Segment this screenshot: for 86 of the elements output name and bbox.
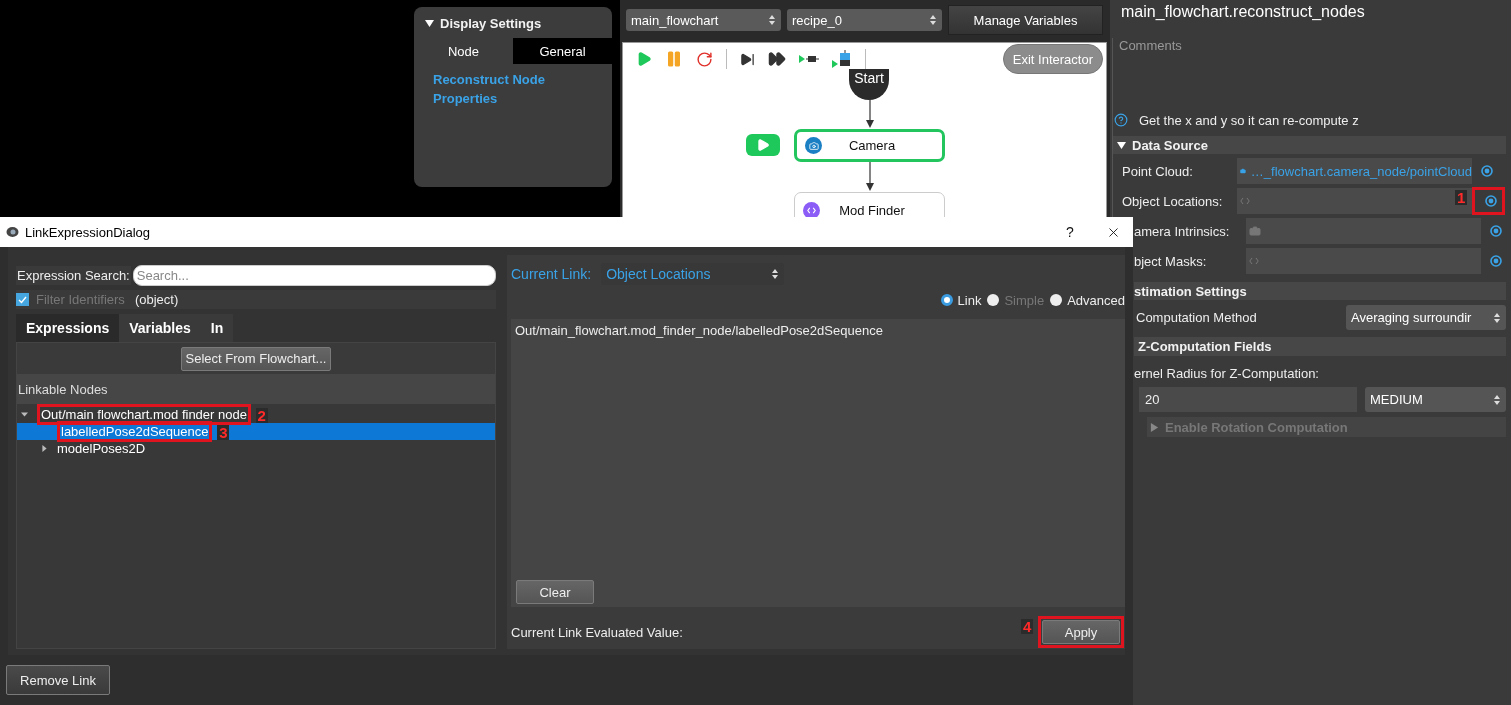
- connector-arrow: [866, 162, 874, 191]
- radio-option[interactable]: Link: [940, 292, 982, 308]
- dropdown[interactable]: Object Locations: [601, 263, 785, 285]
- tab[interactable]: Expressions: [16, 314, 120, 342]
- tab[interactable]: Node: [414, 38, 513, 64]
- section-header[interactable]: Data Source: [1113, 136, 1506, 154]
- triangle-icon: [425, 18, 434, 28]
- code-icon: [1240, 197, 1250, 205]
- manage-variables-button[interactable]: Manage Variables: [948, 5, 1103, 35]
- tree-item-label: Out/main flowchart.mod finder node: [41, 408, 247, 421]
- section-header[interactable]: Display Settings: [414, 14, 612, 32]
- triangle-icon: [1150, 422, 1159, 432]
- dropdown[interactable]: MEDIUM: [1365, 387, 1506, 412]
- field-label: Point Cloud:: [1121, 163, 1194, 179]
- updown-icon: [1494, 312, 1500, 323]
- section-header[interactable]: stimation Settings: [1134, 282, 1506, 300]
- expand-arrow-icon[interactable]: [21, 411, 28, 418]
- updown-icon: [1494, 394, 1500, 405]
- expand-arrow-icon[interactable]: [41, 445, 48, 452]
- app-icon: [6, 226, 19, 238]
- connector-arrow: [866, 99, 874, 128]
- node-label: Mod Finder: [838, 202, 906, 218]
- updown-icon: [772, 269, 779, 279]
- tree-item-label: modelPoses2D: [57, 442, 146, 455]
- tab[interactable]: Variables: [119, 314, 201, 342]
- start-node[interactable]: Start: [849, 69, 889, 100]
- radio-option[interactable]: Advanced: [1050, 292, 1125, 308]
- search-field[interactable]: Search...: [132, 264, 496, 286]
- field-label: bject Masks:: [1134, 253, 1208, 269]
- fast-forward-icon[interactable]: [768, 50, 786, 68]
- select-from-flowchart-button[interactable]: Select From Flowchart...: [180, 346, 332, 371]
- dropdown[interactable]: main_flowchart: [626, 9, 781, 31]
- field-label: amera Intrinsics:: [1134, 223, 1231, 239]
- filter-value: (object): [134, 292, 179, 307]
- tree-item-label: labelledPose2dSequence: [61, 425, 209, 438]
- search-label: Expression Search:: [16, 265, 131, 285]
- expression-text[interactable]: Out/main_flowchart.mod_finder_node/labelledPose2dSequence: [515, 323, 1125, 338]
- tab[interactable]: General: [513, 38, 612, 64]
- tree-row[interactable]: modelPoses2D: [17, 440, 495, 457]
- remove-link-button[interactable]: Remove Link: [6, 665, 110, 695]
- updown-icon: [769, 15, 775, 25]
- tree-header: Linkable Nodes: [17, 374, 495, 404]
- triangle-icon: [1117, 140, 1126, 150]
- number-field[interactable]: 20: [1139, 387, 1357, 412]
- dropdown[interactable]: Averaging surroundir: [1346, 305, 1506, 330]
- link-path: …_flowchart.camera_node/pointCloud: [1250, 163, 1472, 179]
- section-header[interactable]: Z-Computation Fields: [1134, 337, 1506, 356]
- link-field[interactable]: [1246, 248, 1481, 274]
- field-label: Object Locations:: [1121, 193, 1224, 209]
- camera-icon: [1240, 165, 1246, 177]
- step-into-icon[interactable]: [799, 53, 819, 65]
- step-icon[interactable]: [740, 51, 755, 67]
- play-icon[interactable]: [636, 51, 652, 67]
- clear-button[interactable]: Clear: [516, 580, 594, 604]
- current-link-label: Current Link:: [511, 266, 592, 282]
- apply-button[interactable]: Apply: [1042, 620, 1120, 644]
- play-icon: [756, 138, 770, 152]
- tree-row[interactable]: labelledPose2dSequence 3: [17, 423, 495, 440]
- camera-icon: [805, 137, 822, 154]
- check-icon: [18, 295, 27, 304]
- node-description: Get the x and y so it can re-compute z: [1139, 112, 1359, 128]
- help-button[interactable]: ?: [1060, 223, 1080, 241]
- link-field[interactable]: [1246, 218, 1481, 244]
- callout-number: 2: [255, 408, 268, 423]
- tab[interactable]: In: [200, 314, 234, 342]
- evaluated-value-label: Current Link Evaluated Value:: [511, 624, 683, 640]
- help-icon: [1114, 113, 1128, 127]
- node-title: main_flowchart.reconstruct_nodes: [1120, 2, 1366, 22]
- updown-icon: [930, 15, 936, 25]
- callout-number: 3: [217, 425, 230, 440]
- run-button[interactable]: [746, 134, 780, 156]
- link-field[interactable]: [1237, 188, 1472, 214]
- comments-label: Comments: [1118, 38, 1183, 54]
- field-label: Computation Method: [1135, 310, 1257, 325]
- field-label: ernel Radius for Z-Computation:: [1134, 365, 1319, 381]
- flowchart-node[interactable]: Camera: [794, 129, 945, 162]
- refresh-icon[interactable]: [696, 50, 713, 68]
- panel-heading: Reconstruct Node Properties: [432, 71, 546, 108]
- dialog-title: LinkExpressionDialog: [25, 224, 150, 240]
- code-icon: [1249, 257, 1259, 265]
- callout-number: 4: [1021, 619, 1034, 634]
- callout-number: 1: [1455, 190, 1468, 205]
- dropdown[interactable]: recipe_0: [787, 9, 942, 31]
- node-label: Camera: [847, 138, 897, 153]
- step-over-icon[interactable]: [832, 50, 852, 68]
- camera-icon: [1249, 225, 1261, 237]
